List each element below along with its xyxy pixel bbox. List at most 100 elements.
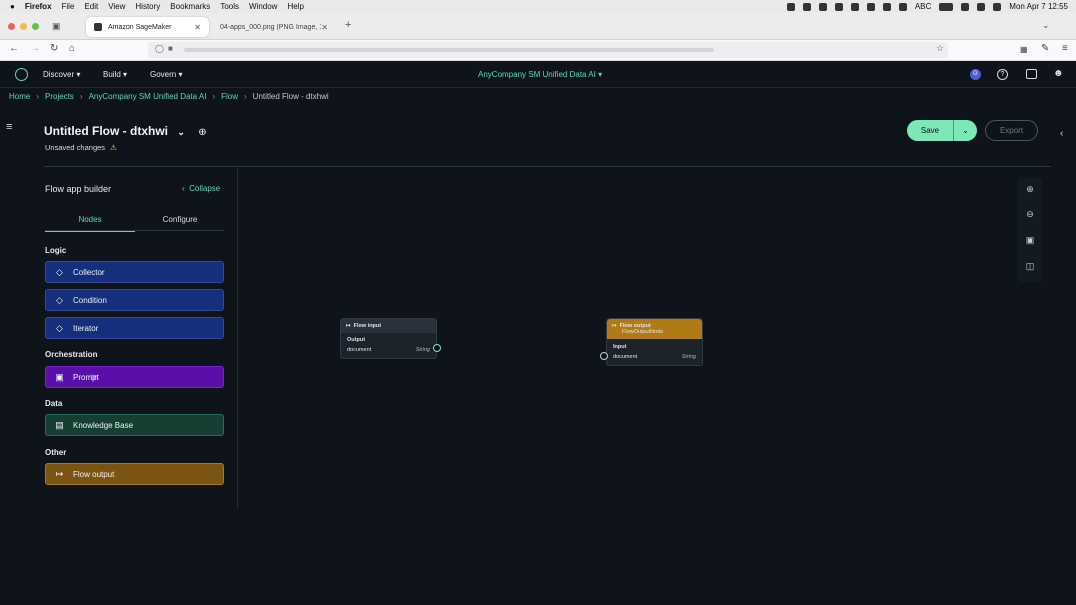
menu-window[interactable]: Window (249, 2, 277, 11)
bluetooth-icon[interactable] (898, 2, 907, 11)
node-condition[interactable]: ◇ Condition (45, 289, 224, 311)
unsaved-status: Unsaved changes ⚠ (45, 143, 117, 152)
cloud-icon[interactable] (882, 2, 891, 11)
node-knowledge-base[interactable]: ▤ Knowledge Base (45, 414, 224, 436)
flow-output-icon: ↦ (55, 468, 64, 479)
node-header: ↦ Flow output FlowOutputNode (607, 319, 702, 339)
node-field-row: document String (341, 345, 436, 358)
reload-icon[interactable]: ↻ (50, 43, 58, 54)
extension-icon[interactable] (834, 2, 843, 11)
field-name: document (613, 354, 638, 360)
drive-icon[interactable] (850, 2, 859, 11)
apple-icon[interactable]: ● (10, 2, 15, 11)
menu-view[interactable]: View (108, 2, 125, 11)
breadcrumb: Home › Projects › AnyCompany SM Unified Da… (9, 92, 329, 101)
node-label: Iterator (73, 323, 99, 333)
output-port[interactable] (433, 344, 441, 352)
feedback-icon[interactable] (1026, 69, 1037, 79)
tab-configure[interactable]: Configure (140, 215, 220, 224)
forward-icon[interactable]: → (30, 43, 40, 54)
diamond-icon: ◇ (56, 294, 63, 305)
input-source-label[interactable]: ABC (915, 2, 931, 11)
close-tab-icon[interactable]: ✕ (194, 23, 201, 32)
zoom-in-icon[interactable]: ⊕ (1024, 183, 1036, 195)
bookmark-star-icon[interactable]: ☆ (936, 43, 944, 54)
menu-tools[interactable]: Tools (220, 2, 239, 11)
shield-icon[interactable]: ◯ (155, 44, 164, 53)
b-icon[interactable] (866, 2, 875, 11)
chevron-left-icon[interactable]: ‹ (1060, 128, 1063, 139)
fit-view-icon[interactable]: ▣ (1024, 234, 1036, 246)
browser-tab-sagemaker[interactable]: Amazon SageMaker ✕ (86, 17, 209, 37)
browser-tab-png[interactable]: 04-apps_000.png (PNG Image, 163… ✕ (212, 17, 336, 37)
input-port[interactable] (600, 352, 608, 360)
tab-list-chevron-icon[interactable]: ⌄ (1042, 20, 1050, 31)
node-collector[interactable]: ◇ Collector (45, 261, 224, 283)
node-header: ↦ Flow input (341, 319, 436, 333)
translate-icon[interactable]: ▦ (1020, 45, 1028, 54)
clipboard-icon[interactable] (802, 2, 811, 11)
app-menu-icon[interactable]: ≡ (1062, 43, 1068, 54)
node-iterator[interactable]: ◇ Iterator (45, 317, 224, 339)
wifi-icon[interactable] (961, 2, 970, 11)
breadcrumb-flow[interactable]: Flow (221, 92, 238, 101)
menu-edit[interactable]: Edit (84, 2, 98, 11)
browser-toolbar: ← → ↻ ⌂ ◯ ■ ☆ ▦ ✎ ≡ (0, 40, 1076, 61)
flow-input-node[interactable]: ↦ Flow input Output document String (340, 318, 437, 359)
node-prompt[interactable]: ▣ Prompt ☞ (45, 366, 224, 388)
title-chevron-down-icon[interactable]: ⌄ (177, 127, 185, 137)
add-circle-icon[interactable]: ⊕ (198, 127, 206, 138)
search-icon[interactable] (977, 2, 986, 11)
tab-overview-icon[interactable]: ▣ (52, 21, 61, 32)
breadcrumb-projects[interactable]: Projects (45, 92, 74, 101)
domain-selector[interactable]: AnyCompany SM Unified Data AI ▾ (478, 70, 602, 79)
flow-output-node[interactable]: ↦ Flow output FlowOutputNode Input docume… (606, 318, 703, 366)
url-field[interactable]: ◯ ■ ☆ (148, 42, 948, 58)
back-icon[interactable]: ← (9, 43, 19, 54)
sagemaker-logo-icon[interactable] (15, 68, 28, 81)
nav-govern[interactable]: Govern ▾ (150, 70, 182, 79)
node-flow-output[interactable]: ↦ Flow output (45, 463, 224, 485)
browser-tab-title: 04-apps_000.png (PNG Image, 163… (220, 23, 322, 31)
minimize-window-button[interactable] (20, 23, 27, 30)
prompt-icon: ▣ (55, 371, 64, 382)
menu-help[interactable]: Help (287, 2, 303, 11)
flow-canvas[interactable] (238, 168, 1056, 605)
menu-file[interactable]: File (62, 2, 75, 11)
control-center-icon[interactable] (993, 2, 1002, 11)
nav-build[interactable]: Build ▾ (103, 70, 127, 79)
panel-title: Flow app builder (45, 184, 112, 194)
extensions-icon[interactable]: ✎ (1041, 43, 1049, 54)
help-icon[interactable]: ? (997, 69, 1008, 80)
clock[interactable]: Mon Apr 7 12:55 (1009, 2, 1068, 11)
sync-icon[interactable] (818, 2, 827, 11)
profile-icon[interactable]: ☻ (1053, 68, 1064, 79)
close-tab-icon[interactable]: ✕ (321, 23, 328, 32)
menu-app-name[interactable]: Firefox (25, 2, 52, 11)
field-name: document (347, 347, 372, 353)
home-icon[interactable]: ⌂ (69, 43, 75, 54)
record-icon[interactable] (786, 2, 795, 11)
menu-bookmarks[interactable]: Bookmarks (170, 2, 210, 11)
side-nav-toggle-icon[interactable]: ≡ (6, 121, 12, 133)
node-label: Condition (73, 295, 107, 305)
nav-discover[interactable]: Discover ▾ (43, 70, 80, 79)
user-avatar[interactable]: G (970, 69, 981, 80)
browser-tab-strip: ▣ Amazon SageMaker ✕ 04-apps_000.png (PN… (0, 13, 1076, 40)
mouse-cursor-icon: ☞ (90, 372, 99, 382)
breadcrumb-project[interactable]: AnyCompany SM Unified Data AI (89, 92, 207, 101)
collapse-label: Collapse (189, 184, 221, 193)
save-button[interactable]: Save (907, 126, 953, 135)
export-button[interactable]: Export (985, 120, 1038, 141)
zoom-out-icon[interactable]: ⊖ (1024, 208, 1036, 220)
battery-icon[interactable] (939, 2, 954, 11)
breadcrumb-home[interactable]: Home (9, 92, 30, 101)
auto-layout-icon[interactable]: ◫ (1024, 260, 1036, 272)
collapse-button[interactable]: ‹ Collapse (182, 184, 220, 193)
save-dropdown-chevron-icon[interactable]: ⌄ (954, 126, 977, 135)
section-other: Other (45, 448, 67, 457)
new-tab-button[interactable]: + (345, 19, 351, 31)
menu-history[interactable]: History (135, 2, 160, 11)
close-window-button[interactable] (8, 23, 15, 30)
zoom-window-button[interactable] (32, 23, 39, 30)
